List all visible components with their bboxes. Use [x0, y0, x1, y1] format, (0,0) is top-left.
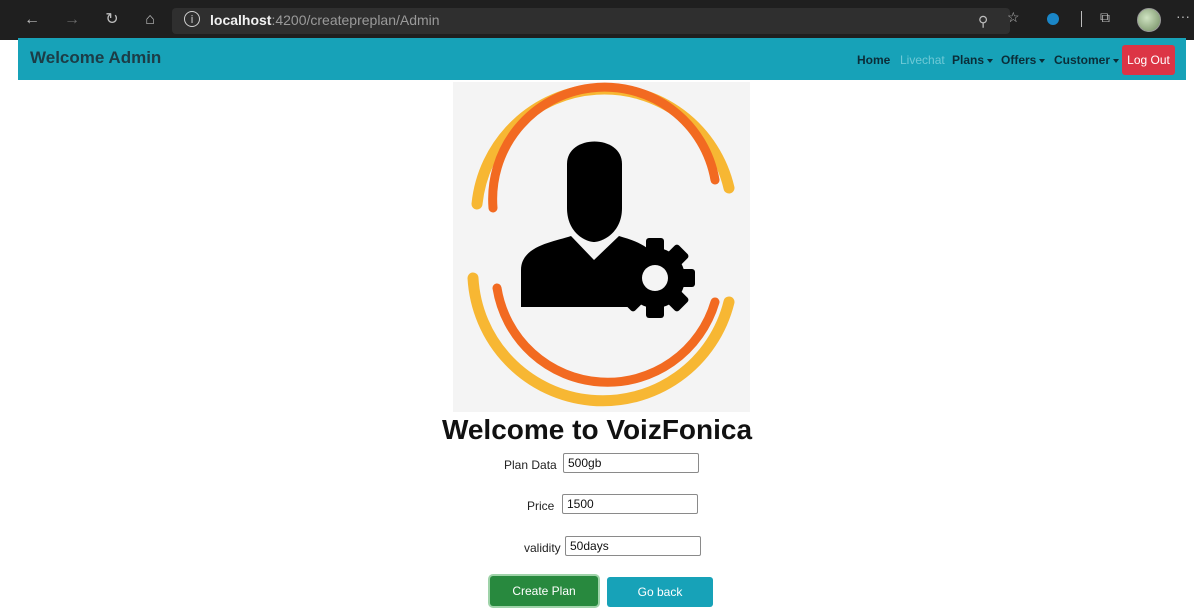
back-arrow-icon[interactable]: ←	[22, 10, 42, 30]
collections-icon[interactable]: ⧉	[1100, 9, 1110, 26]
nav-livechat[interactable]: Livechat	[900, 53, 945, 67]
logout-button[interactable]: Log Out	[1122, 45, 1175, 75]
refresh-icon[interactable]: ↻	[102, 10, 122, 30]
nav-plans-label: Plans	[952, 53, 985, 67]
profile-avatar[interactable]	[1137, 8, 1161, 32]
favorite-star-icon[interactable]: ☆	[1007, 9, 1020, 26]
home-icon[interactable]: ⌂	[140, 10, 160, 30]
nav-home[interactable]: Home	[857, 53, 890, 67]
more-menu-icon[interactable]: ···	[1176, 8, 1190, 24]
toolbar-divider	[1081, 11, 1082, 27]
page-title: Welcome to VoizFonica	[441, 414, 753, 445]
validity-label: validity	[524, 541, 561, 555]
extension-icon[interactable]	[1047, 13, 1059, 25]
validity-input[interactable]	[565, 536, 701, 556]
url-text[interactable]: localhost:4200/createpreplan/Admin	[210, 12, 440, 28]
price-label: Price	[527, 499, 555, 513]
info-icon[interactable]: i	[184, 11, 200, 27]
nav-offers-dropdown[interactable]: Offers	[1001, 53, 1046, 67]
go-back-button[interactable]: Go back	[607, 577, 713, 607]
plan-data-input[interactable]	[563, 453, 699, 473]
zoom-icon[interactable]: ⚲	[978, 13, 988, 30]
nav-offers-label: Offers	[1001, 53, 1037, 67]
chevron-down-icon	[987, 58, 994, 63]
forward-arrow-icon[interactable]: →	[62, 10, 82, 30]
browser-chrome: ← → ↻ ⌂ i localhost:4200/createpreplan/A…	[0, 0, 1194, 40]
url-host: localhost	[210, 12, 272, 28]
chevron-down-icon	[1113, 58, 1120, 63]
url-path: :4200/createpreplan/Admin	[271, 12, 440, 28]
address-bar[interactable]: i localhost:4200/createpreplan/Admin ⚲	[172, 8, 1010, 34]
chevron-down-icon	[1039, 58, 1046, 63]
create-plan-button[interactable]: Create Plan	[490, 576, 598, 606]
plan-data-label: Plan Data	[504, 458, 557, 472]
admin-gear-icon	[467, 82, 735, 407]
admin-logo-image	[453, 82, 750, 412]
nav-plans-dropdown[interactable]: Plans	[952, 53, 994, 67]
nav-customer-dropdown[interactable]: Customer	[1054, 53, 1120, 67]
app-navbar: Welcome Admin Home Livechat Plans Offers…	[18, 38, 1186, 80]
nav-customer-label: Customer	[1054, 53, 1111, 67]
price-input[interactable]	[562, 494, 698, 514]
navbar-brand[interactable]: Welcome Admin	[30, 48, 161, 68]
